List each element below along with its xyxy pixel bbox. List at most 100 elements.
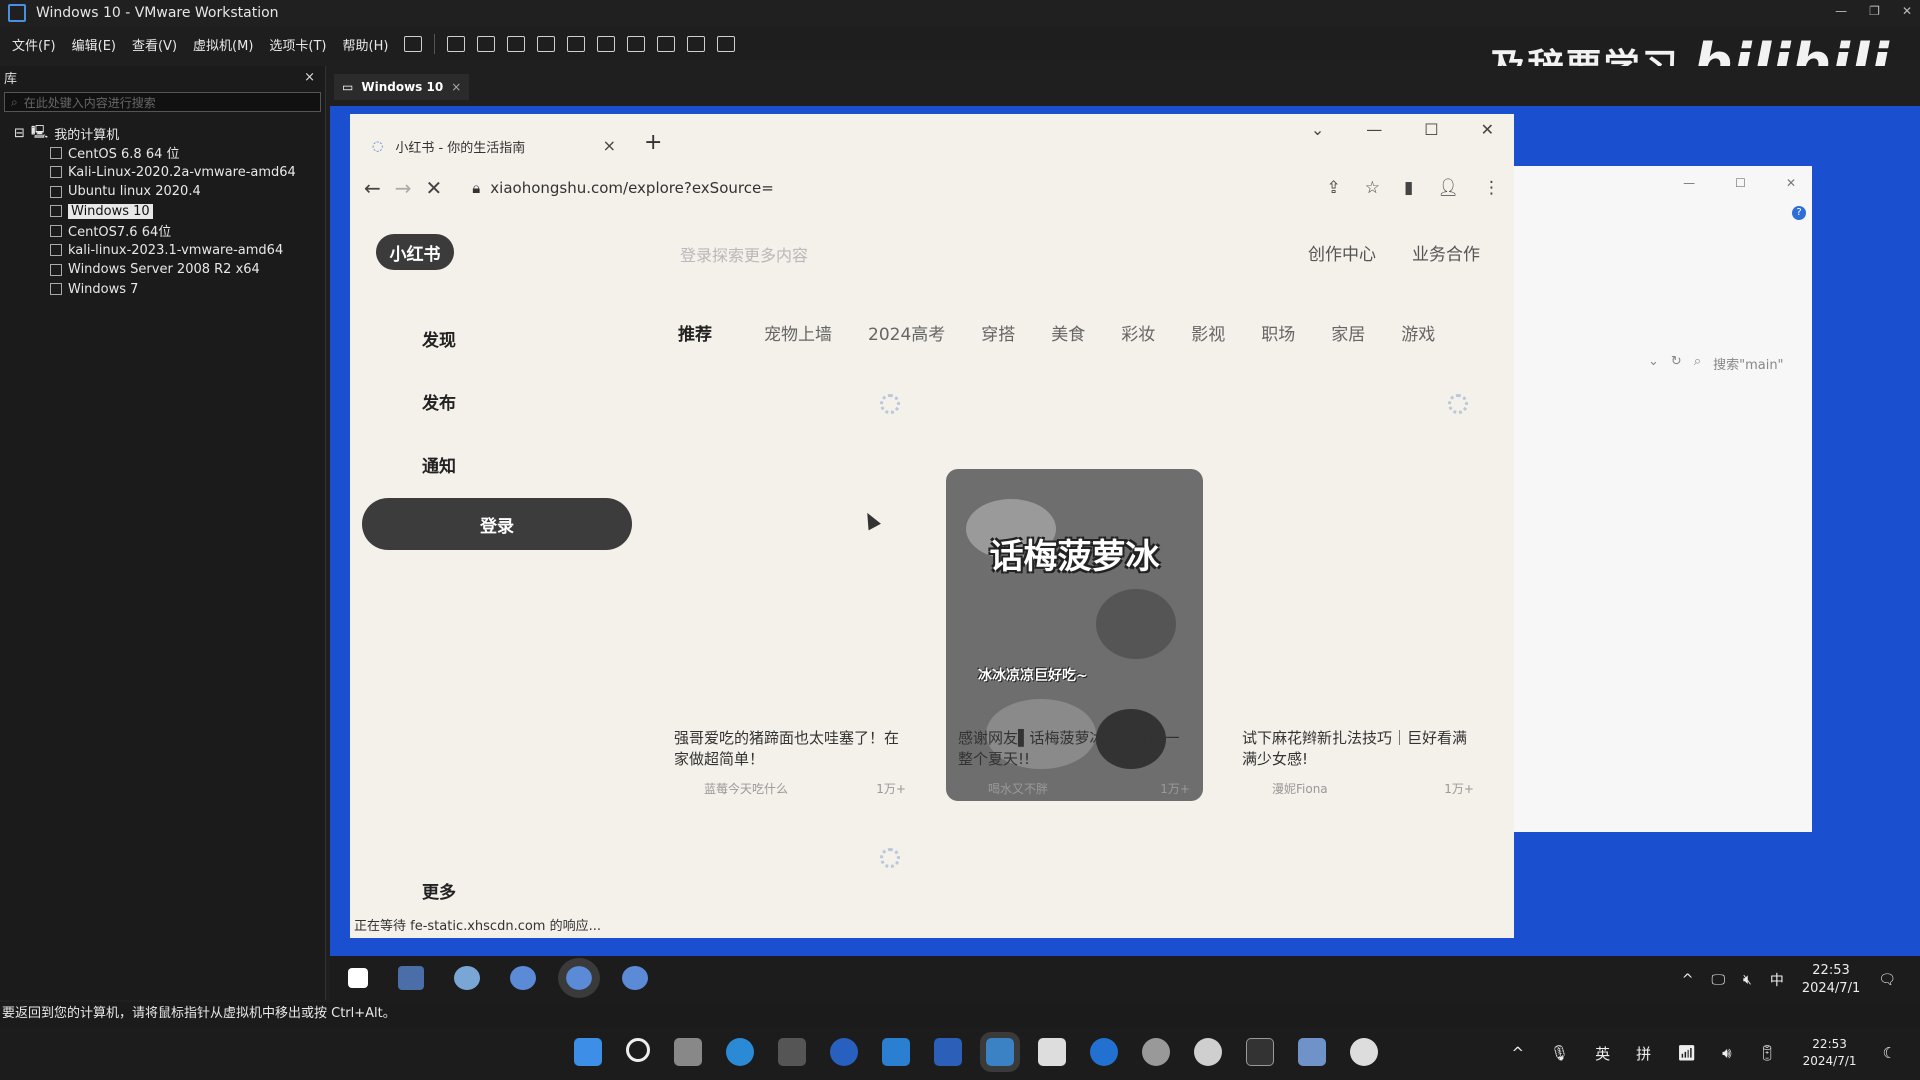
library-close-button[interactable]: × — [304, 70, 315, 85]
profile-icon[interactable]: 👤︎ — [1437, 178, 1459, 198]
new-tab-button[interactable]: + — [644, 130, 662, 155]
vm-item[interactable]: Ubuntu linux 2020.4 — [0, 182, 325, 202]
ime-indicator[interactable]: 中 — [1770, 970, 1784, 990]
wechat-icon[interactable] — [1194, 1038, 1222, 1066]
word-icon[interactable] — [934, 1038, 962, 1066]
forward-button[interactable]: → — [395, 176, 412, 200]
feed-card-title[interactable]: 强哥爱吃的猪蹄面也太哇塞了！在家做超简单！ — [674, 728, 906, 770]
channel-tab[interactable]: 宠物上墙 — [764, 320, 832, 345]
app-icon[interactable] — [830, 1038, 858, 1066]
maximize-button[interactable]: ☐ — [1424, 120, 1438, 139]
browser-tab[interactable]: ◌ 小红书 - 你的生活指南 × — [358, 126, 626, 166]
chrome-icon[interactable] — [622, 966, 648, 990]
feed-card[interactable]: 试下麻花辫新扎法技巧｜巨好看满满少女感! 漫妮Fiona 1万+ — [1242, 728, 1474, 797]
menu-icon[interactable]: ⋮ — [1483, 178, 1500, 198]
collapse-icon[interactable]: ⊟ — [14, 126, 25, 141]
tab-search-icon[interactable]: ⌄ — [1311, 120, 1324, 139]
file-explorer-icon[interactable] — [398, 966, 424, 990]
vm-item[interactable]: CentOS 6.8 64 位 — [0, 143, 325, 163]
feed-card-title[interactable]: 感谢网友▌话梅菠萝冰我打算吃一整个夏天!! — [958, 728, 1190, 770]
show-library-icon[interactable] — [567, 36, 586, 52]
address-bar[interactable]: 🔒︎ xiaohongshu.com/explore?exSource= — [472, 179, 773, 197]
feed-card-likes[interactable]: 1万+ — [1444, 780, 1474, 797]
sidebar-item-more[interactable]: 更多 — [422, 878, 456, 903]
help-icon[interactable]: ? — [1792, 206, 1806, 220]
feed-card-author[interactable]: 蓝莓今天吃什么 — [704, 780, 788, 797]
ime-language-indicator[interactable]: 英 — [1595, 1043, 1610, 1064]
menu-tabs[interactable]: 选项卡(T) — [269, 35, 326, 54]
search-app-icon[interactable] — [1142, 1038, 1170, 1066]
terminal-icon[interactable] — [1246, 1038, 1274, 1066]
explorer-window[interactable]: — ☐ ✕ ? ⌄ ↻ ⌕ 搜索"main" — [1512, 166, 1812, 832]
menu-help[interactable]: 帮助(H) — [343, 35, 389, 54]
feed-card-likes[interactable]: 1万+ — [876, 780, 906, 797]
feed-card[interactable]: 强哥爱吃的猪蹄面也太哇塞了！在家做超简单！ 蓝莓今天吃什么 1万+ — [674, 728, 906, 797]
windows-start-icon[interactable] — [574, 1038, 602, 1066]
sidebar-item-publish[interactable]: 发布 — [422, 389, 456, 452]
task-view-icon[interactable] — [674, 1038, 702, 1066]
menu-file[interactable]: 文件(F) — [12, 35, 56, 54]
full-screen-icon[interactable] — [627, 36, 646, 52]
link-creator-center[interactable]: 创作中心 — [1308, 240, 1376, 265]
minimize-button[interactable]: — — [1835, 4, 1847, 18]
stretch-guest-icon[interactable] — [717, 36, 736, 52]
library-search-input[interactable]: 在此处键入内容进行搜索 — [24, 94, 156, 111]
share-icon[interactable]: ⇪ — [1327, 178, 1341, 198]
tree-root-my-computer[interactable]: ⊟ 🖳 我的计算机 — [0, 124, 325, 144]
close-button[interactable]: ✕ — [1902, 4, 1912, 18]
library-search[interactable]: ⌕ 在此处键入内容进行搜索 — [4, 92, 321, 112]
refresh-icon[interactable]: ↻ — [1671, 354, 1682, 373]
vm-item[interactable]: Kali-Linux-2020.2a-vmware-amd64 — [0, 163, 325, 183]
tab-windows-10[interactable]: ▭ Windows 10 × — [334, 74, 470, 100]
close-button[interactable]: ✕ — [1481, 120, 1494, 139]
ime-mode-indicator[interactable]: 拼 — [1636, 1043, 1651, 1064]
do-not-disturb-icon[interactable]: ☾ — [1883, 1044, 1896, 1062]
revert-snapshot-icon[interactable] — [507, 36, 526, 52]
feed-card-title[interactable]: 试下麻花辫新扎法技巧｜巨好看满满少女感! — [1242, 728, 1474, 770]
vm-item[interactable]: Windows Server 2008 R2 x64 — [0, 260, 325, 280]
vscode-icon[interactable] — [882, 1038, 910, 1066]
vm-item-selected[interactable]: Windows 10 — [0, 202, 325, 222]
pause-icon[interactable] — [404, 36, 423, 52]
volume-icon[interactable]: 🔊︎ — [1722, 1044, 1731, 1062]
vm-item[interactable]: kali-linux-2023.1-vmware-amd64 — [0, 241, 325, 261]
side-panel-icon[interactable]: ▮ — [1404, 178, 1413, 198]
start-icon[interactable] — [348, 968, 368, 988]
channel-tab-active[interactable]: 推荐 — [678, 320, 712, 345]
explorer-search-placeholder[interactable]: 搜索"main" — [1713, 354, 1783, 373]
app-icon[interactable] — [778, 1038, 806, 1066]
minimize-button[interactable]: — — [1366, 120, 1382, 139]
chrome-icon[interactable] — [1350, 1038, 1378, 1066]
network-icon[interactable]: 🖵 — [1712, 972, 1726, 988]
channel-tab[interactable]: 职场 — [1261, 320, 1295, 345]
notification-icon[interactable]: 🗨 — [1878, 972, 1896, 988]
vm-item[interactable]: CentOS7.6 64位 — [0, 221, 325, 241]
channel-tab[interactable]: 美食 — [1051, 320, 1085, 345]
url-text[interactable]: xiaohongshu.com/explore?exSource= — [490, 179, 773, 197]
chrome-icon[interactable] — [558, 958, 600, 998]
star-icon[interactable]: ☆ — [1365, 178, 1380, 198]
feed-card-author[interactable]: 喝水又不胖 — [988, 780, 1048, 797]
back-button[interactable]: ← — [364, 176, 381, 200]
menu-vm[interactable]: 虚拟机(M) — [193, 35, 253, 54]
channel-tab[interactable]: 游戏 — [1401, 320, 1435, 345]
link-business[interactable]: 业务合作 — [1412, 240, 1480, 265]
battery-icon[interactable]: 🔋︎ — [1758, 1044, 1777, 1062]
thumbnail-bar-icon[interactable] — [597, 36, 616, 52]
channel-tab[interactable]: 家居 — [1331, 320, 1365, 345]
explorer-close-icon[interactable]: ✕ — [1786, 176, 1796, 190]
edge-icon[interactable] — [726, 1038, 754, 1066]
volume-muted-icon[interactable]: 🔇︎ — [1743, 972, 1752, 988]
login-button[interactable]: 登录 — [362, 498, 632, 550]
explorer-maximize-icon[interactable]: ☐ — [1735, 176, 1746, 190]
chevron-down-icon[interactable]: ⌄ — [1648, 354, 1659, 373]
tab-close-button[interactable]: × — [603, 136, 616, 155]
host-clock[interactable]: 22:53 2024/7/1 — [1803, 1036, 1857, 1070]
snapshot-manager-icon[interactable] — [537, 36, 556, 52]
feed-card-likes[interactable]: 1万+ — [1160, 780, 1190, 797]
channel-tab[interactable]: 影视 — [1191, 320, 1225, 345]
folder-icon[interactable] — [1298, 1038, 1326, 1066]
snapshot-icon[interactable] — [477, 36, 496, 52]
stop-button[interactable]: ✕ — [426, 176, 443, 200]
channel-tab[interactable]: 2024高考 — [868, 320, 945, 345]
